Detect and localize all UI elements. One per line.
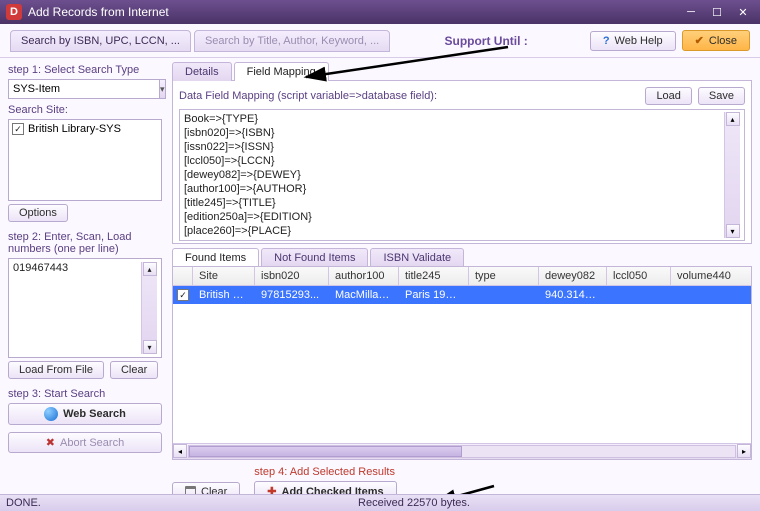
- mapping-load-button[interactable]: Load: [645, 87, 691, 105]
- results-table: Site isbn020 author100 title245 type dew…: [172, 266, 752, 460]
- row-checkbox[interactable]: ✓: [177, 289, 189, 301]
- table-body: ✓ British Lib... 97815293... MacMillan, …: [173, 286, 751, 443]
- main-content: step 1: Select Search Type Search Site: …: [0, 58, 760, 510]
- close-button[interactable]: ✔ Close: [682, 30, 750, 51]
- maximize-icon[interactable]: ☐: [706, 4, 728, 20]
- status-left: DONE.: [6, 497, 174, 509]
- status-mid: Received 22570 bytes.: [174, 497, 654, 509]
- detail-tabs: Details Field Mapping: [172, 62, 752, 81]
- col-checkbox[interactable]: [173, 267, 193, 285]
- options-button[interactable]: Options: [8, 204, 68, 222]
- table-header: Site isbn020 author100 title245 type dew…: [173, 267, 751, 286]
- web-search-button[interactable]: Web Search: [8, 403, 162, 425]
- right-panel: Details Field Mapping Data Field Mapping…: [168, 58, 760, 510]
- cell-dewey082: 940.3141 ...: [539, 289, 607, 301]
- app-icon: D: [6, 4, 22, 20]
- support-until-label: Support Until :: [444, 34, 527, 48]
- tab-found-items[interactable]: Found Items: [172, 248, 259, 267]
- x-icon: ✖: [46, 436, 55, 449]
- table-hscrollbar[interactable]: ◂ ▸: [173, 443, 751, 459]
- left-panel: step 1: Select Search Type Search Site: …: [0, 58, 168, 510]
- col-lccl050[interactable]: lccl050: [607, 267, 671, 285]
- mapping-header: Data Field Mapping (script variable=>dat…: [179, 90, 645, 102]
- cell-author100: MacMillan, ...: [329, 289, 399, 301]
- step1-label: step 1: Select Search Type: [8, 64, 162, 76]
- status-bar: DONE. Received 22570 bytes.: [0, 494, 760, 511]
- field-mapping-panel: Data Field Mapping (script variable=>dat…: [172, 80, 752, 244]
- scroll-down-icon[interactable]: ▾: [143, 340, 157, 354]
- scroll-right-icon[interactable]: ▸: [737, 444, 751, 458]
- mapping-lines[interactable]: Book=>{TYPE} [isbn020]=>{ISBN} [issn022]…: [184, 112, 724, 238]
- col-title245[interactable]: title245: [399, 267, 469, 285]
- step3-label: step 3: Start Search: [8, 388, 162, 400]
- titlebar: D Add Records from Internet ─ ☐ ✕: [0, 0, 760, 24]
- scroll-up-icon[interactable]: ▴: [726, 112, 740, 126]
- col-site[interactable]: Site: [193, 267, 255, 285]
- load-from-file-button[interactable]: Load From File: [8, 361, 104, 379]
- toolbar: Search by ISBN, UPC, LCCN, ... Search by…: [0, 24, 760, 58]
- col-author100[interactable]: author100: [329, 267, 399, 285]
- step4-label: step 4: Add Selected Results: [254, 466, 396, 478]
- scroll-track[interactable]: [188, 445, 736, 458]
- tab-search-by-text[interactable]: Search by Title, Author, Keyword, ...: [194, 30, 390, 52]
- col-type[interactable]: type: [469, 267, 539, 285]
- tab-details[interactable]: Details: [172, 62, 232, 81]
- abort-search-button[interactable]: ✖ Abort Search: [8, 432, 162, 453]
- clear-numbers-button[interactable]: Clear: [110, 361, 158, 379]
- tab-search-by-codes[interactable]: Search by ISBN, UPC, LCCN, ...: [10, 30, 191, 52]
- cell-title245: Paris 1919 ...: [399, 289, 469, 301]
- search-mode-tabs: Search by ISBN, UPC, LCCN, ... Search by…: [10, 30, 390, 52]
- mapping-scrollbar[interactable]: ▴ ▾: [724, 112, 740, 238]
- help-icon: ?: [603, 35, 610, 47]
- col-isbn020[interactable]: isbn020: [255, 267, 329, 285]
- tab-field-mapping[interactable]: Field Mapping: [234, 62, 329, 81]
- numbers-textarea[interactable]: 019467443 ▴ ▾: [8, 258, 162, 358]
- scroll-down-icon[interactable]: ▾: [726, 224, 740, 238]
- cell-site: British Lib...: [193, 289, 255, 301]
- scroll-up-icon[interactable]: ▴: [143, 262, 157, 276]
- search-type-select[interactable]: [8, 79, 162, 99]
- check-icon: ✔: [695, 34, 704, 47]
- cell-isbn020: 97815293...: [255, 289, 329, 301]
- col-dewey082[interactable]: dewey082: [539, 267, 607, 285]
- numbers-value[interactable]: 019467443: [13, 262, 141, 354]
- step2-label: step 2: Enter, Scan, Load numbers (one p…: [8, 231, 162, 255]
- table-row[interactable]: ✓ British Lib... 97815293... MacMillan, …: [173, 286, 751, 304]
- textarea-scrollbar[interactable]: ▴ ▾: [141, 262, 157, 354]
- site-item-british-library[interactable]: ✓ British Library-SYS: [12, 123, 158, 135]
- close-icon[interactable]: ✕: [732, 4, 754, 20]
- search-site-list[interactable]: ✓ British Library-SYS: [8, 119, 162, 201]
- tab-isbn-validate[interactable]: ISBN Validate: [370, 248, 464, 267]
- col-volume440[interactable]: volume440: [671, 267, 751, 285]
- window-title: Add Records from Internet: [28, 5, 680, 19]
- site-item-label: British Library-SYS: [28, 123, 121, 135]
- scroll-left-icon[interactable]: ◂: [173, 444, 187, 458]
- web-help-button[interactable]: ? Web Help: [590, 31, 676, 51]
- results-tabs: Found Items Not Found Items ISBN Validat…: [172, 248, 752, 267]
- globe-icon: [44, 407, 58, 421]
- minimize-icon[interactable]: ─: [680, 4, 702, 20]
- mapping-save-button[interactable]: Save: [698, 87, 745, 105]
- search-site-label: Search Site:: [8, 104, 162, 116]
- mapping-textbox[interactable]: Book=>{TYPE} [isbn020]=>{ISBN} [issn022]…: [179, 109, 745, 241]
- checkbox-icon[interactable]: ✓: [12, 123, 24, 135]
- window-controls: ─ ☐ ✕: [680, 4, 754, 20]
- tab-not-found-items[interactable]: Not Found Items: [261, 248, 368, 267]
- search-type-input[interactable]: [8, 79, 160, 99]
- chevron-down-icon[interactable]: [160, 79, 166, 99]
- scroll-thumb[interactable]: [189, 446, 462, 457]
